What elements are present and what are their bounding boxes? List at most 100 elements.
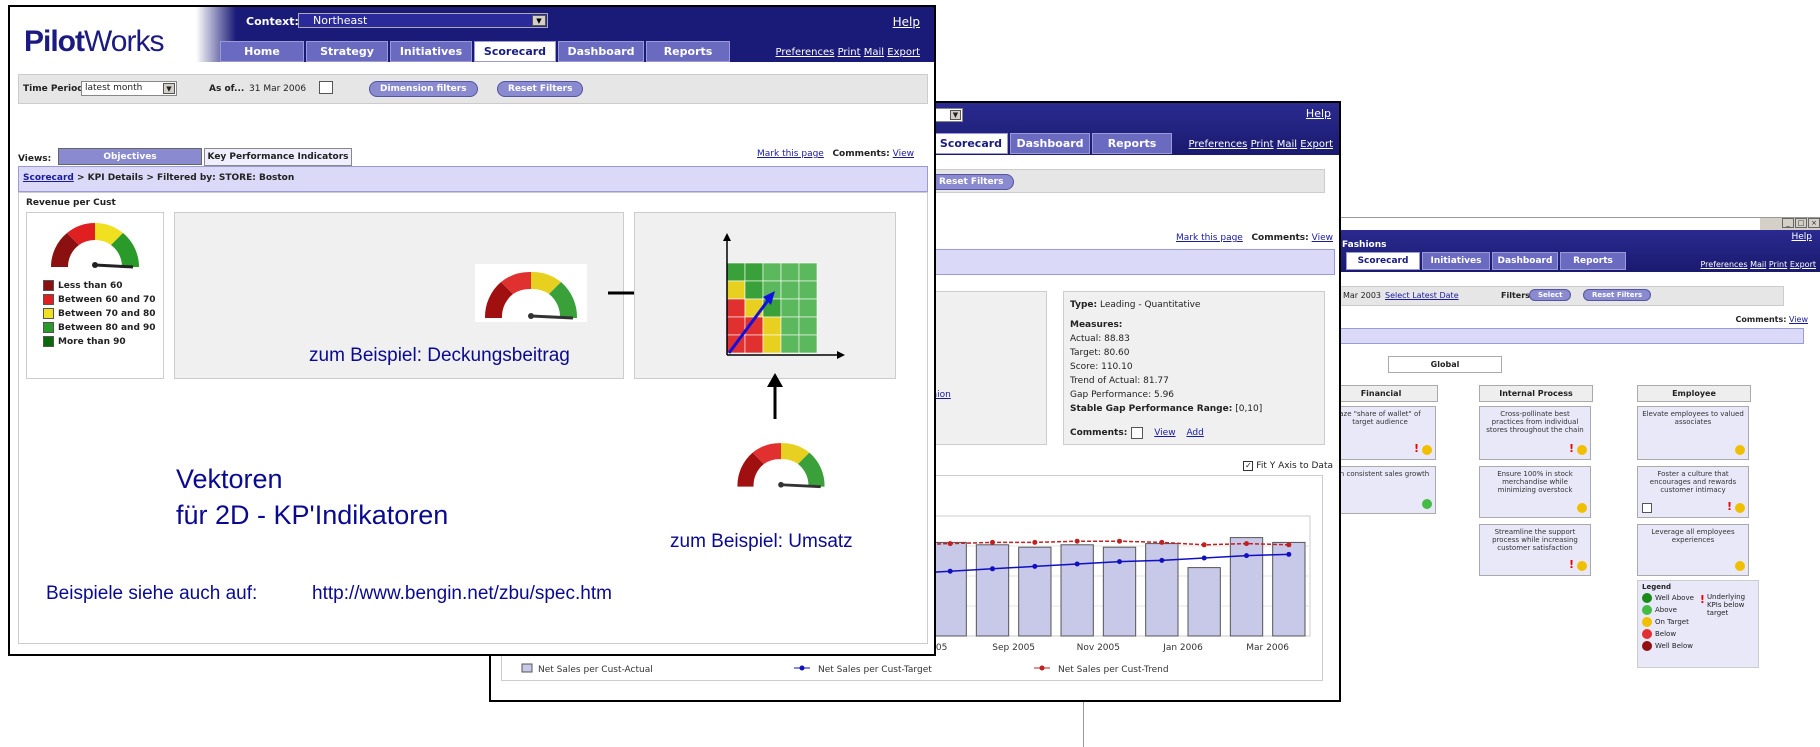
kpi-gauge-panel: Less than 60 Between 60 and 70 Between 7… bbox=[26, 212, 164, 379]
matrix-cell bbox=[798, 262, 818, 282]
tab-initiatives[interactable]: Initiatives bbox=[1422, 252, 1490, 270]
target-point bbox=[990, 566, 995, 572]
reset-filters-button[interactable]: Reset Filters bbox=[1583, 289, 1652, 301]
export-link[interactable]: Export bbox=[887, 47, 920, 58]
print-link[interactable]: Print bbox=[838, 47, 861, 58]
help-link[interactable]: Help bbox=[893, 15, 920, 29]
objective-box[interactable]: Streamline the support process while inc… bbox=[1479, 524, 1591, 576]
view-link[interactable]: View bbox=[1154, 426, 1175, 440]
below-icon bbox=[1642, 629, 1652, 639]
close-icon[interactable]: × bbox=[1808, 218, 1820, 228]
mail-link[interactable]: Mail bbox=[1750, 260, 1766, 269]
legend-label: On Target bbox=[1655, 618, 1689, 626]
preferences-link[interactable]: Preferences bbox=[1700, 260, 1747, 269]
objective-box[interactable]: Foster a culture that encourages and rew… bbox=[1637, 466, 1749, 518]
comment-icon[interactable] bbox=[1131, 427, 1144, 439]
view-tab-objectives[interactable]: Objectives bbox=[58, 148, 202, 165]
legend-swatch bbox=[1039, 665, 1045, 671]
legend-item: Between 70 and 80 bbox=[43, 308, 156, 319]
tab-strategy[interactable]: Strategy bbox=[306, 41, 388, 62]
tab-scorecard[interactable]: Scorecard bbox=[474, 41, 556, 62]
page-actions: Mark this page Comments: View bbox=[757, 149, 914, 159]
maximize-icon[interactable]: □ bbox=[1795, 218, 1807, 228]
legend-label: Net Sales per Cust-Target bbox=[818, 665, 932, 675]
help-link[interactable]: Help bbox=[1791, 232, 1812, 242]
objective-text: Elevate employees to valued associates bbox=[1642, 410, 1744, 426]
print-link[interactable]: Print bbox=[1251, 139, 1274, 150]
tab-scorecard[interactable]: Scorecard bbox=[934, 133, 1008, 154]
export-link[interactable]: Export bbox=[1790, 260, 1816, 269]
objective-text: Foster a culture that encourages and rew… bbox=[1649, 470, 1737, 494]
trend-point bbox=[1117, 538, 1122, 544]
header-links: Preferences Mail Print Export bbox=[1700, 260, 1816, 269]
examples-url[interactable]: http://www.bengin.net/zbu/spec.htm bbox=[312, 583, 612, 605]
target-point bbox=[947, 568, 953, 574]
bar-actual bbox=[933, 541, 967, 637]
select-latest-date-link[interactable]: Select Latest Date bbox=[1385, 291, 1459, 300]
status-on-target-icon bbox=[1735, 503, 1745, 513]
mark-this-page-link[interactable]: Mark this page bbox=[757, 149, 824, 159]
tab-reports[interactable]: Reports bbox=[1092, 133, 1172, 154]
dimension-filters-button[interactable]: Dimension filters bbox=[369, 81, 478, 97]
gauge-image bbox=[475, 264, 587, 322]
minimize-icon[interactable]: _ bbox=[1782, 218, 1794, 228]
warning-icon: ! bbox=[1699, 593, 1705, 606]
bar-actual bbox=[1145, 543, 1179, 637]
breadcrumb-rest: > KPI Details > Filtered by: STORE: Bost… bbox=[73, 173, 295, 183]
legend-swatch bbox=[799, 665, 805, 671]
preferences-link[interactable]: Preferences bbox=[1189, 139, 1248, 150]
content-header bbox=[911, 249, 1335, 275]
comments-label: Comments: bbox=[1735, 315, 1787, 324]
context-dropdown[interactable]: Northeast ▼ bbox=[298, 13, 548, 28]
tab-dashboard[interactable]: Dashboard bbox=[558, 41, 644, 62]
x-tick-label: Mar 2006 bbox=[1246, 643, 1289, 653]
breadcrumb-scorecard-link[interactable]: Scorecard bbox=[23, 173, 74, 183]
fit-axis-checkbox[interactable]: ✓ bbox=[1243, 461, 1254, 471]
select-button[interactable]: Select bbox=[1529, 289, 1572, 301]
time-period-select[interactable]: latest month ▼ bbox=[81, 81, 177, 96]
vektoren-title: Vektoren bbox=[176, 464, 283, 494]
comments-view-link[interactable]: View bbox=[893, 149, 914, 159]
legend-label: Between 80 and 90 bbox=[58, 322, 156, 333]
context-label: Context: bbox=[246, 15, 299, 28]
reset-filters-button[interactable]: Reset Filters bbox=[928, 174, 1015, 190]
filters-label: Filters bbox=[1501, 291, 1530, 300]
objective-box[interactable]: Leverage all employees experiences bbox=[1637, 524, 1749, 576]
objective-box[interactable]: Cross-pollinate best practices from indi… bbox=[1479, 406, 1591, 460]
view-tab-kpis[interactable]: Key Performance Indicators bbox=[204, 148, 352, 166]
tab-dashboard[interactable]: Dashboard bbox=[1492, 252, 1558, 270]
preferences-link[interactable]: Preferences bbox=[776, 47, 835, 58]
mail-link[interactable]: Mail bbox=[864, 47, 884, 58]
header-links: Preferences Print Mail Export bbox=[1189, 139, 1333, 150]
export-link[interactable]: Export bbox=[1300, 139, 1333, 150]
comments-view-link[interactable]: View bbox=[1312, 233, 1333, 243]
tab-initiatives[interactable]: Initiatives bbox=[390, 41, 472, 62]
example-revenue-text: zum Beispiel: Umsatz bbox=[670, 531, 853, 552]
tab-dashboard[interactable]: Dashboard bbox=[1010, 133, 1090, 154]
objective-text: Cross-pollinate best practices from indi… bbox=[1486, 410, 1584, 434]
tab-reports[interactable]: Reports bbox=[646, 41, 730, 62]
add-link[interactable]: Add bbox=[1186, 426, 1203, 440]
tab-home[interactable]: Home bbox=[220, 41, 304, 62]
help-link[interactable]: Help bbox=[1306, 107, 1331, 120]
mark-this-page-link[interactable]: Mark this page bbox=[1176, 233, 1243, 243]
reset-filters-button[interactable]: Reset Filters bbox=[497, 81, 584, 97]
legend-underlying-label: Underlying KPIs below target bbox=[1706, 593, 1746, 617]
calendar-icon[interactable] bbox=[319, 81, 333, 94]
mail-link[interactable]: Mail bbox=[1277, 139, 1297, 150]
comments2-label: Comments: bbox=[1070, 428, 1128, 438]
print-link[interactable]: Print bbox=[1769, 260, 1787, 269]
well-below-icon bbox=[1642, 641, 1652, 651]
status-legend: Legend Well Above Above On Target Below … bbox=[1637, 580, 1759, 668]
objective-box[interactable]: Ensure 100% in stock merchandise while m… bbox=[1479, 466, 1591, 518]
header-links: Preferences Print Mail Export bbox=[776, 47, 920, 58]
matrix-cell bbox=[744, 280, 764, 300]
kpi-gauge-icon bbox=[50, 222, 140, 269]
tab-scorecard[interactable]: Scorecard bbox=[1346, 252, 1420, 270]
bar-actual bbox=[1187, 567, 1221, 637]
objective-box[interactable]: Elevate employees to valued associates bbox=[1637, 406, 1749, 460]
status-on-target-icon bbox=[1735, 561, 1745, 571]
comments-view-link[interactable]: View bbox=[1789, 315, 1808, 324]
tab-reports[interactable]: Reports bbox=[1560, 252, 1626, 270]
vektoren-subtitle: für 2D - KP'Indikatoren bbox=[176, 500, 449, 530]
